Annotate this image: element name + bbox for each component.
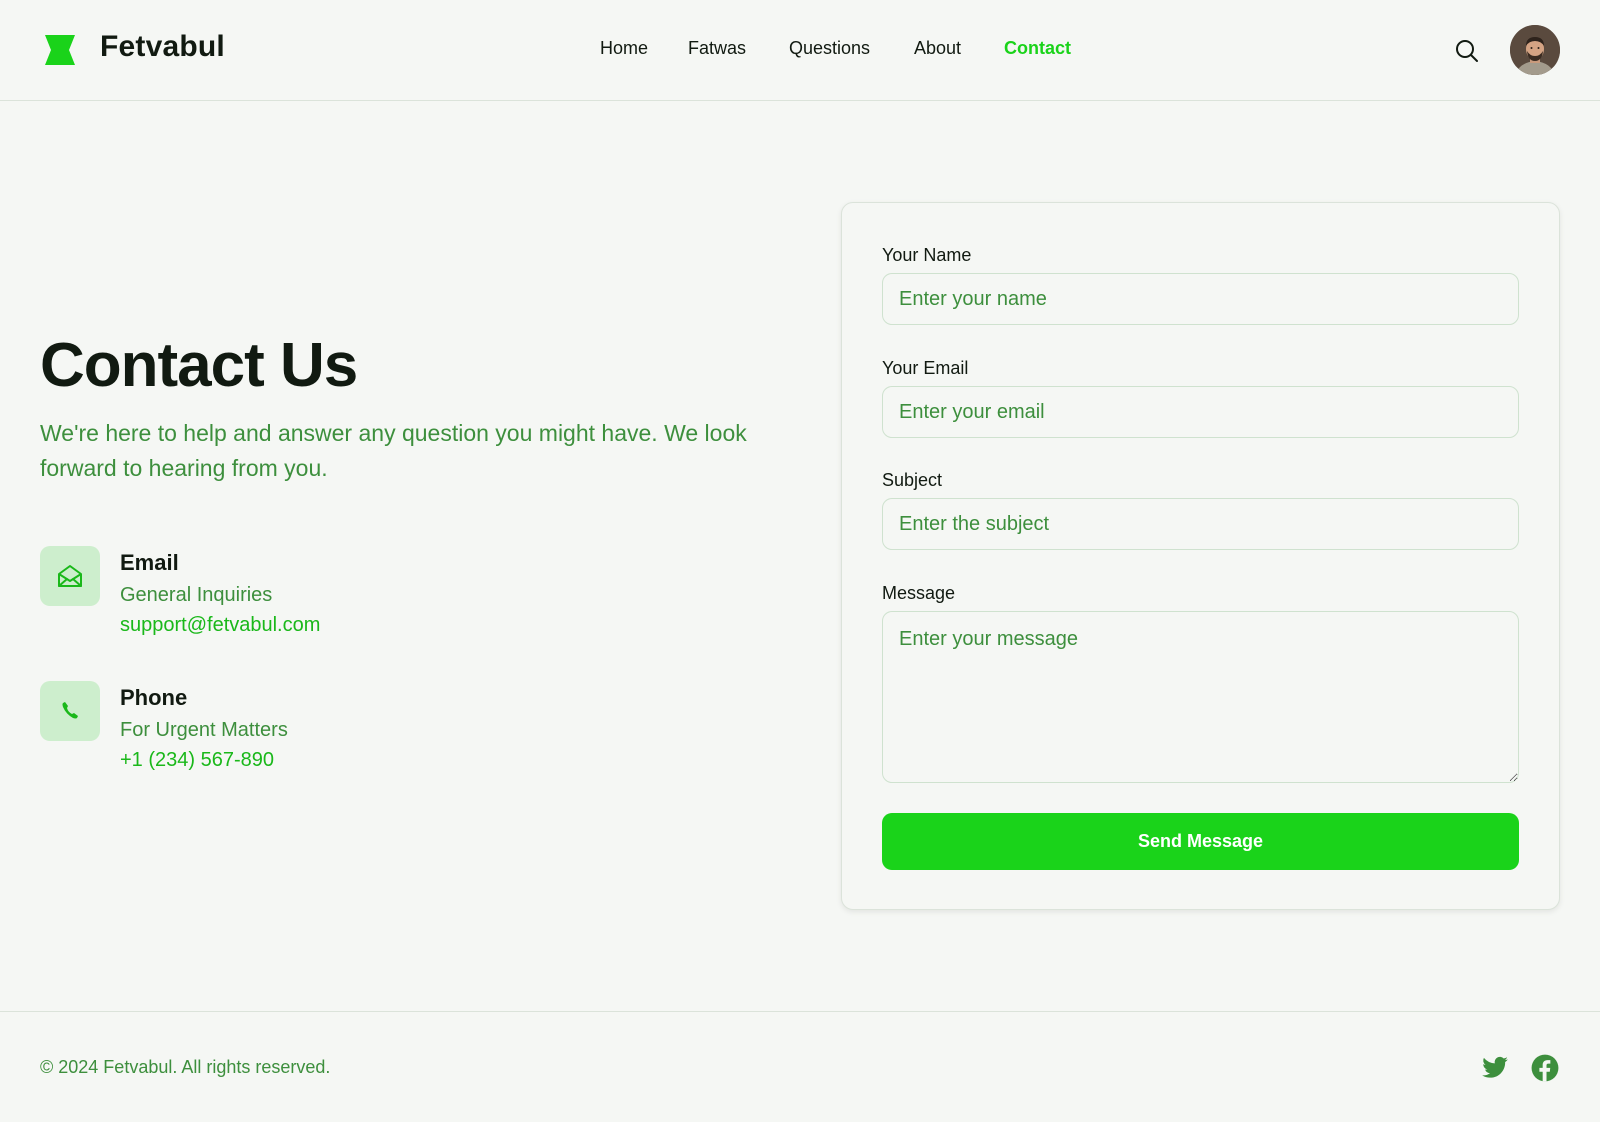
- contact-email: Email General Inquiries support@fetvabul…: [40, 546, 740, 646]
- subject-label: Subject: [882, 470, 943, 490]
- contact-phone-sub: For Urgent Matters: [120, 719, 288, 741]
- name-input[interactable]: [882, 273, 1519, 325]
- contact-email-link[interactable]: support@fetvabul.com: [120, 614, 320, 637]
- intro-text: We're here to help and answer any questi…: [40, 420, 747, 481]
- contact-phone-link[interactable]: +1 (234) 567-890: [120, 749, 274, 772]
- contact-phone: Phone For Urgent Matters +1 (234) 567-89…: [40, 681, 740, 781]
- email-label: Your Email: [882, 358, 969, 378]
- email-input[interactable]: [882, 386, 1519, 438]
- contact-phone-heading: Phone: [120, 685, 188, 710]
- facebook-icon: [1531, 1054, 1559, 1082]
- user-avatar[interactable]: [1510, 25, 1560, 75]
- mail-open-icon: [58, 565, 82, 587]
- nav-fatwas[interactable]: Fatwas: [688, 38, 746, 59]
- facebook-link[interactable]: [1531, 1054, 1559, 1082]
- twitter-link[interactable]: [1481, 1054, 1509, 1082]
- send-message-button[interactable]: Send Message: [882, 813, 1519, 870]
- site-header: Fetvabul Home Fatwas Questions About Con…: [0, 0, 1600, 101]
- contact-email-sub: General Inquiries: [120, 584, 273, 606]
- message-textarea[interactable]: [882, 611, 1519, 783]
- copyright-text: © 2024 Fetvabul. All rights reserved.: [40, 1057, 331, 1077]
- name-label: Your Name: [882, 245, 972, 265]
- avatar-portrait-icon: [1510, 25, 1560, 75]
- twitter-icon: [1482, 1056, 1508, 1078]
- message-label: Message: [882, 583, 956, 603]
- nav-home[interactable]: Home: [600, 38, 648, 59]
- phone-icon-tile: [40, 681, 100, 741]
- nav-about[interactable]: About: [914, 38, 961, 59]
- search-button[interactable]: [1454, 38, 1480, 64]
- subject-input[interactable]: [882, 498, 1519, 550]
- main-nav: Home Fatwas Questions About Contact: [0, 38, 1600, 62]
- phone-icon: [62, 702, 78, 719]
- site-footer: © 2024 Fetvabul. All rights reserved.: [0, 1011, 1600, 1122]
- email-icon-tile: [40, 546, 100, 606]
- page-title: Contact Us: [40, 331, 358, 400]
- search-icon: [1456, 40, 1478, 62]
- contact-form: Your Name Your Email Subject Message Sen…: [841, 202, 1560, 910]
- contact-email-heading: Email: [120, 550, 179, 575]
- nav-questions[interactable]: Questions: [789, 38, 870, 59]
- nav-contact[interactable]: Contact: [1004, 38, 1071, 59]
